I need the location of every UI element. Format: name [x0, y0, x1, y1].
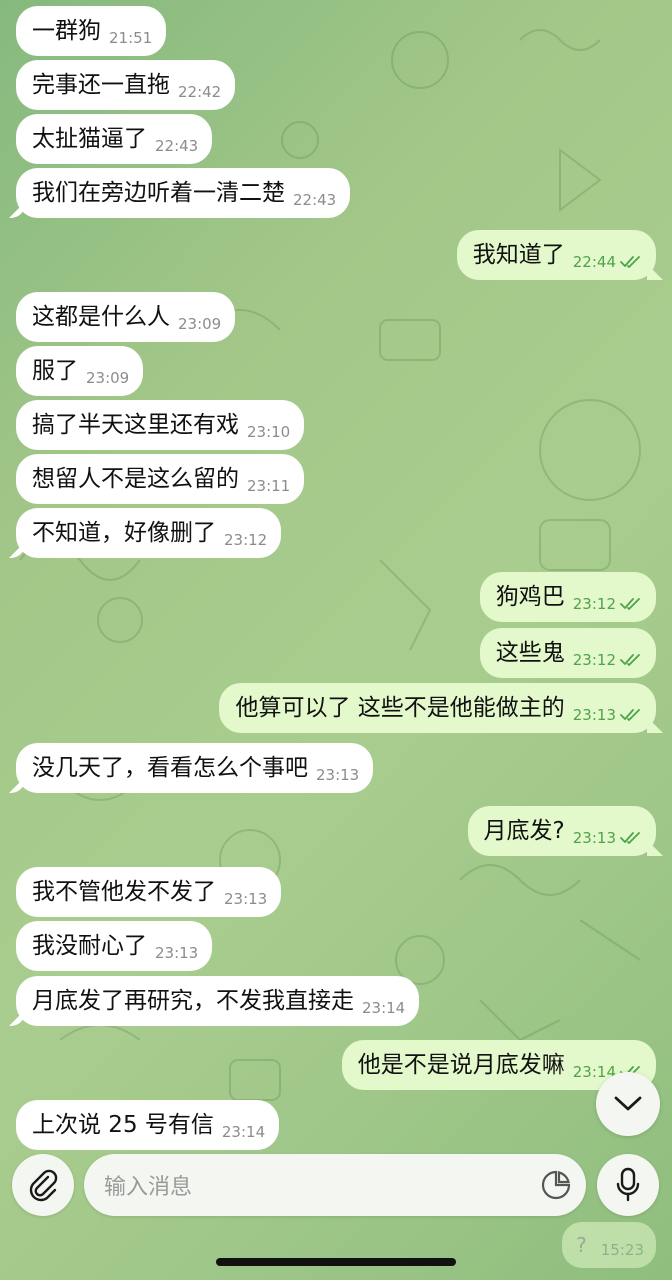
voice-message-button[interactable]	[597, 1154, 659, 1216]
home-indicator[interactable]	[216, 1258, 456, 1266]
message-text: 狗鸡巴	[495, 583, 565, 610]
incoming-message[interactable]: 我不管他发不发了 23:13	[16, 867, 282, 917]
message-text: 太扯猫逼了	[32, 125, 147, 152]
message-text: 搞了半天这里还有戏	[32, 411, 239, 438]
message-time: 23:11	[247, 477, 291, 495]
message-time: 22:43	[155, 137, 199, 155]
message-time: 23:10	[247, 423, 291, 441]
message-text: 这些鬼	[495, 639, 565, 666]
message-input-placeholder: 输入消息	[104, 1175, 193, 1200]
message-time: 23:13	[316, 766, 360, 784]
message-text: 上次说 25 号有信	[32, 1111, 214, 1138]
message-text: 服了	[32, 357, 78, 384]
message-time: 23:13	[224, 890, 268, 908]
message-composer: 输入消息	[0, 1150, 672, 1220]
message-text: 我不管他发不发了	[32, 878, 216, 905]
message-text: 我们在旁边听着一清二楚	[32, 179, 285, 206]
read-double-check-icon	[620, 654, 640, 666]
read-double-check-icon	[620, 598, 640, 610]
message-text: 这都是什么人	[32, 303, 170, 330]
message-time: 23:14	[362, 999, 406, 1017]
message-time: 23:09	[178, 315, 222, 333]
paperclip-icon	[29, 1169, 58, 1202]
outgoing-message[interactable]: 这些鬼 23:12	[479, 628, 656, 678]
message-time: 23:12	[572, 595, 616, 613]
incoming-message[interactable]: 服了 23:09	[16, 346, 144, 396]
microphone-icon	[616, 1167, 640, 1202]
chat-area[interactable]: 一群狗 21:51 完事还一直拖 22:42 太扯猫逼了 22:43 我们在旁边听着一清二楚…	[0, 0, 672, 1280]
message-text: 不知道，好像删了	[32, 519, 216, 546]
message-text: 没几天了，看看怎么个事吧	[32, 754, 308, 781]
chevron-down-icon	[614, 1096, 642, 1111]
attach-button[interactable]	[12, 1154, 74, 1216]
message-time: 22:43	[293, 191, 337, 209]
incoming-message[interactable]: 不知道，好像删了 23:12	[16, 508, 282, 558]
message-text: 他算可以了 这些不是他能做主的	[235, 694, 565, 721]
incoming-message[interactable]: 没几天了，看看怎么个事吧 23:13	[16, 743, 374, 793]
incoming-message[interactable]: 上次说 25 号有信 23:14	[16, 1100, 280, 1150]
message-text: 一群狗	[32, 17, 101, 44]
outgoing-message[interactable]: 狗鸡巴 23:12	[479, 572, 656, 622]
message-time: 23:12	[572, 651, 616, 669]
partial-message-bubble[interactable]: ? 15:23	[562, 1222, 656, 1268]
message-time: 23:13	[572, 706, 616, 724]
read-double-check-icon	[620, 256, 640, 268]
message-input[interactable]: 输入消息	[84, 1154, 586, 1216]
scroll-to-bottom-button[interactable]	[596, 1072, 660, 1136]
message-text: 月底发了再研究，不发我直接走	[32, 987, 354, 1014]
message-text: 他是不是说月底发嘛	[357, 1051, 565, 1078]
message-text: 想留人不是这么留的	[32, 465, 239, 492]
incoming-message[interactable]: 完事还一直拖 22:42	[16, 60, 236, 110]
outgoing-message[interactable]: 月底发? 23:13	[467, 806, 656, 856]
message-text: ?	[576, 1233, 587, 1257]
message-text: 我没耐心了	[32, 932, 147, 959]
sticker-icon[interactable]	[540, 1169, 572, 1201]
message-time: 22:44	[572, 253, 616, 271]
outgoing-message[interactable]: 他算可以了 这些不是他能做主的 23:13	[219, 683, 656, 733]
incoming-message[interactable]: 这都是什么人 23:09	[16, 292, 236, 342]
message-text: 月底发?	[483, 817, 565, 844]
read-double-check-icon	[620, 709, 640, 721]
read-double-check-icon	[620, 832, 640, 844]
incoming-message[interactable]: 月底发了再研究，不发我直接走 23:14	[16, 976, 420, 1026]
message-text: 完事还一直拖	[32, 71, 170, 98]
message-time: 22:42	[178, 83, 222, 101]
incoming-message[interactable]: 我们在旁边听着一清二楚 22:43	[16, 168, 351, 218]
message-time: 15:23	[600, 1241, 644, 1259]
incoming-message[interactable]: 太扯猫逼了 22:43	[16, 114, 213, 164]
message-time: 21:51	[109, 29, 153, 47]
outgoing-message[interactable]: 我知道了 22:44	[456, 230, 656, 280]
message-time: 23:13	[572, 829, 616, 847]
incoming-message[interactable]: 一群狗 21:51	[16, 6, 167, 56]
message-time: 23:14	[221, 1123, 266, 1141]
message-text: 我知道了	[472, 241, 565, 268]
incoming-message[interactable]: 搞了半天这里还有戏 23:10	[16, 400, 305, 450]
message-time: 23:09	[86, 369, 130, 387]
incoming-message[interactable]: 想留人不是这么留的 23:11	[16, 454, 305, 504]
message-time: 23:13	[155, 944, 199, 962]
incoming-message[interactable]: 我没耐心了 23:13	[16, 921, 213, 971]
message-time: 23:12	[224, 531, 268, 549]
